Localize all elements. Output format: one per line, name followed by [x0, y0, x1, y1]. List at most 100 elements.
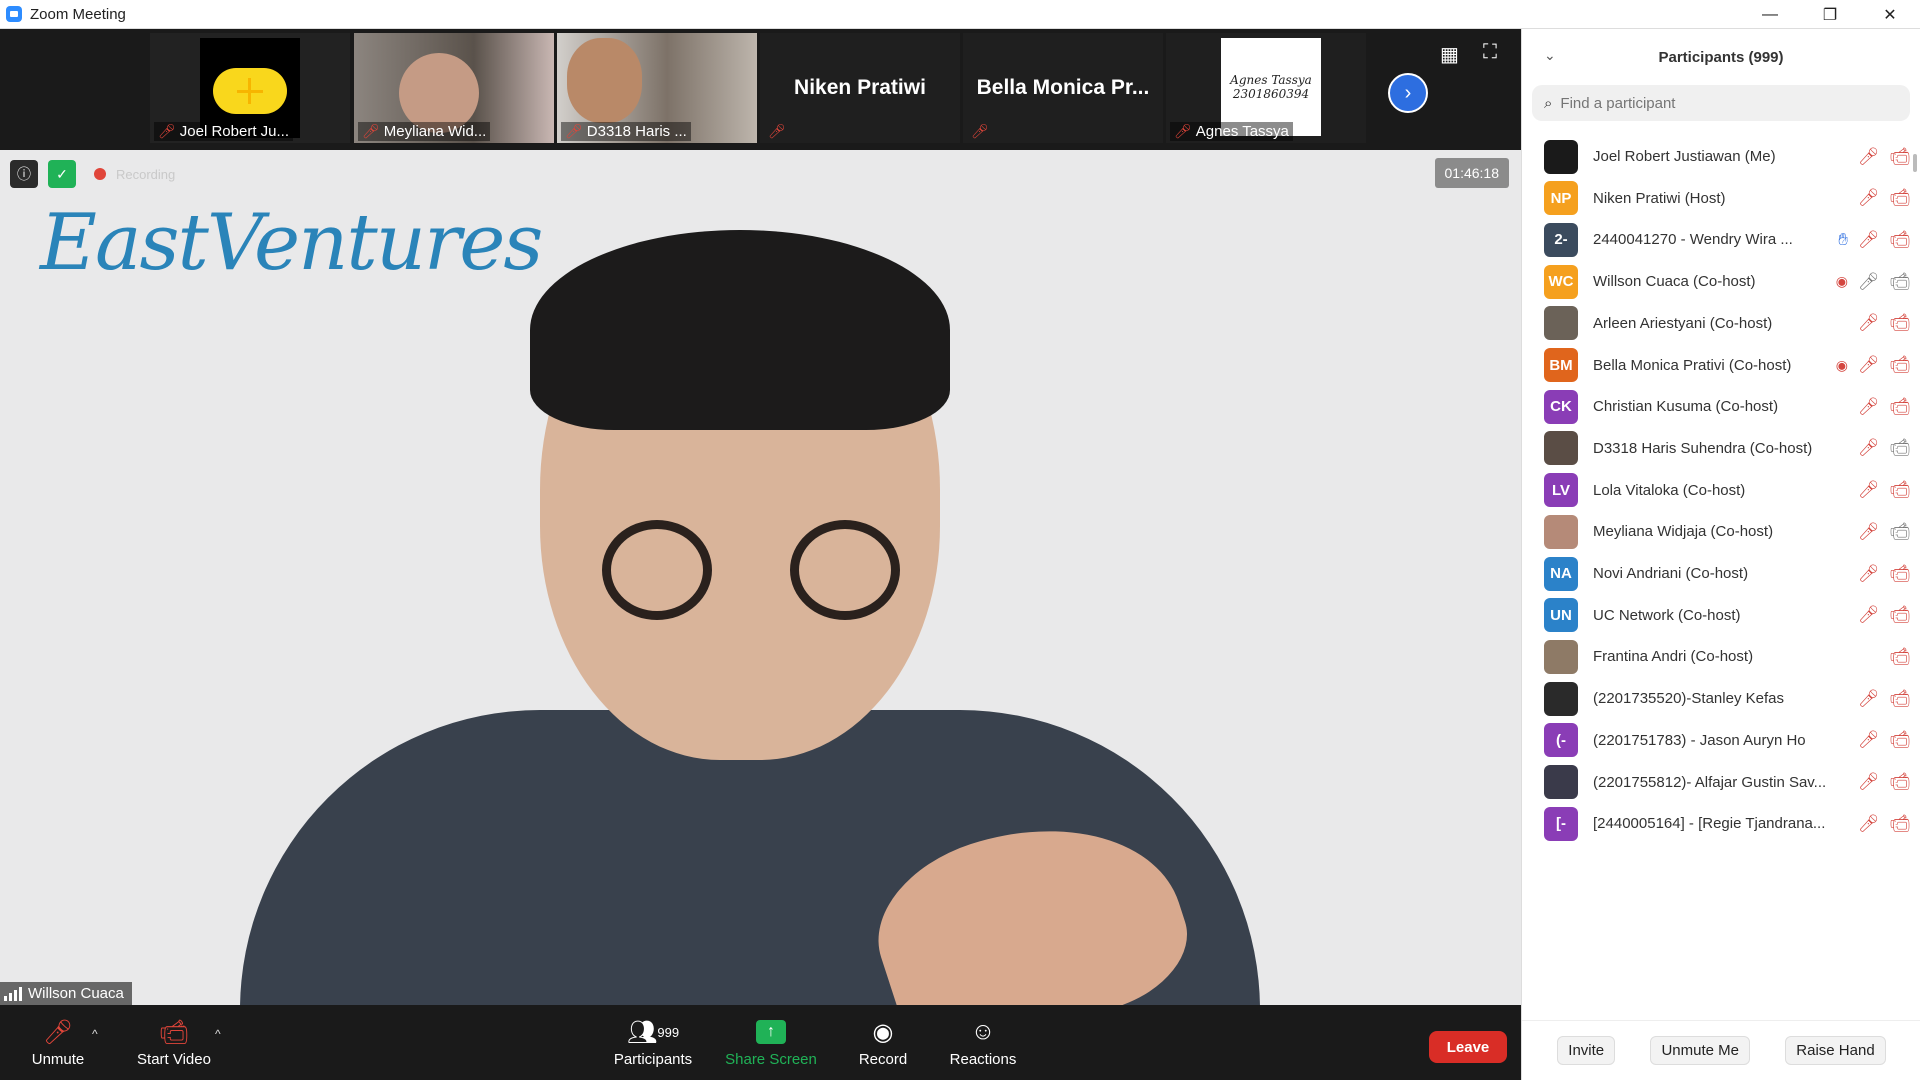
mic-off-icon: 🎤︎: [1858, 563, 1880, 583]
mic-off-icon: 🎤︎: [1858, 772, 1880, 791]
participant-thumb[interactable]: Agnes Tassya 2301860394 🎤︎ Agnes Tassya: [1166, 33, 1366, 143]
unmute-button[interactable]: 🎤︎ Unmute: [22, 1005, 94, 1080]
participant-avatar: UN: [1544, 598, 1578, 633]
participant-avatar: (-: [1544, 723, 1578, 758]
info-icon[interactable]: ⓘ: [10, 160, 38, 188]
meeting-toolbar: 🎤︎ Unmute ^ 📹︎ Start Video ^ 👥︎ 999 Part…: [0, 1005, 1521, 1080]
close-button[interactable]: ✕: [1860, 0, 1920, 29]
person-image: [567, 38, 642, 123]
participant-thumb[interactable]: Bella Monica Pr... 🎤︎: [963, 33, 1163, 143]
minimize-button[interactable]: —: [1740, 0, 1800, 29]
participants-count: 999: [657, 1024, 680, 1040]
participant-avatar: NP: [1544, 181, 1578, 216]
participant-name: Christian Kusuma (Co-host): [1593, 398, 1779, 416]
thumb-name-label: 🎤︎ Meyliana Wid...: [358, 122, 491, 141]
glasses-right: [790, 520, 900, 620]
next-page-arrow-icon[interactable]: ›: [1388, 73, 1428, 113]
participant-list: Joel Robert Justiawan (Me) 🎤︎ 📹︎ NP Niken Pr…: [1522, 131, 1912, 996]
mic-off-icon: 🎤︎: [768, 123, 786, 139]
scrollbar[interactable]: [1913, 154, 1917, 172]
participant-status-icons: 🎤︎ 📹︎: [1858, 147, 1912, 167]
meeting-info-bar: ⓘ ✓ Recording: [10, 160, 175, 188]
mic-off-icon: 🎤︎: [1174, 123, 1192, 139]
mic-off-icon: 🎤︎: [1858, 521, 1880, 541]
video-off-icon: 📹︎: [1889, 188, 1911, 208]
participant-name: Lola Vitaloka (Co-host): [1593, 481, 1746, 499]
yellow-plus-icon: [213, 68, 287, 114]
video-off-icon: 📹︎: [1889, 146, 1911, 166]
participant-avatar: NA: [1544, 556, 1578, 591]
thumb-name-label: 🎤︎ D3318 Haris ...: [561, 122, 691, 141]
participant-avatar: WC: [1544, 264, 1578, 299]
glasses-left: [602, 520, 712, 620]
participants-button[interactable]: 👥︎ 999 Participants: [608, 1005, 698, 1080]
record-icon: ◉: [872, 1018, 894, 1046]
thumb-mic-status: 🎤︎: [967, 122, 993, 141]
reactions-button[interactable]: ☺︎ Reactions: [944, 1005, 1022, 1080]
participant-name: Niken Pratiwi (Host): [1593, 189, 1726, 207]
thumb-big-name: Niken Pratiwi: [794, 76, 926, 99]
participant-avatar: [1544, 514, 1578, 549]
video-off-icon: 📹︎: [1889, 730, 1911, 750]
video-off-icon: 📹︎: [1889, 605, 1911, 625]
security-shield-icon[interactable]: ✓: [48, 160, 76, 188]
video-off-icon: 📹︎: [1889, 688, 1911, 708]
collapse-chevron-icon[interactable]: ⌄: [1544, 47, 1556, 64]
participant-search-box[interactable]: ⌕: [1532, 85, 1910, 121]
audio-options-caret-icon[interactable]: ^: [92, 1027, 98, 1041]
record-label: Record: [858, 1051, 908, 1068]
participant-thumb[interactable]: Niken Pratiwi 🎤︎: [760, 33, 960, 143]
share-screen-button[interactable]: ↑ Share Screen: [722, 1005, 820, 1080]
mic-off-icon: 🎤︎: [565, 123, 583, 139]
unmute-me-button[interactable]: Unmute Me: [1650, 1036, 1750, 1065]
participant-avatar: [1544, 639, 1578, 674]
mic-off-icon: 🎤︎: [1858, 188, 1880, 208]
panel-header: ⌄ Participants (999): [1522, 29, 1920, 85]
window-controls: — ❐ ✕: [1740, 0, 1920, 29]
active-speaker-label: Willson Cuaca: [0, 982, 132, 1005]
mic-off-icon: 🎤︎: [1858, 396, 1880, 416]
signal-bars-icon: [4, 986, 22, 1001]
record-button[interactable]: ◉ Record: [848, 1005, 918, 1080]
participant-thumb[interactable]: 🎤︎ Joel Robert Ju...: [150, 33, 350, 143]
video-off-icon: 📹︎: [1889, 772, 1911, 791]
window-title: Zoom Meeting: [30, 5, 126, 23]
participants-label: Participants: [613, 1051, 693, 1068]
leave-button[interactable]: Leave: [1429, 1031, 1507, 1063]
reactions-icon: ☺︎: [970, 1018, 996, 1045]
video-off-icon: 📹︎: [1889, 313, 1911, 333]
mic-off-icon: 🎤︎: [1858, 730, 1880, 750]
video-options-caret-icon[interactable]: ^: [215, 1027, 221, 1041]
mic-off-icon: 🎤︎: [1858, 313, 1880, 333]
participant-name: Novi Andriani (Co-host): [1593, 565, 1749, 582]
participant-status-icons: ◉ 🎤︎ 📹︎: [1836, 355, 1912, 375]
invite-button[interactable]: Invite: [1557, 1036, 1616, 1065]
start-video-button[interactable]: 📹︎ Start Video: [128, 1005, 220, 1080]
video-on-icon: 📹︎: [1889, 271, 1911, 291]
participant-status-icons: 🎤︎ 📹︎: [1858, 438, 1912, 458]
unmute-label: Unmute: [31, 1051, 85, 1068]
participant-status-icons: 🎤︎ 📹︎: [1858, 564, 1912, 584]
participant-thumb[interactable]: 🎤︎ D3318 Haris ...: [557, 33, 757, 143]
fullscreen-icon[interactable]: ⛶: [1483, 41, 1497, 64]
title-bar: Zoom Meeting — ❐ ✕: [0, 0, 1920, 29]
video-off-icon: 📹︎: [1889, 646, 1911, 666]
participant-thumb[interactable]: 🎤︎ Meyliana Wid...: [354, 33, 554, 143]
mic-off-icon: 🎤︎: [1858, 688, 1880, 708]
participant-name: (2201755812)- Alfajar Gustin Sav...: [1593, 773, 1827, 791]
speaker-name: Willson Cuaca: [28, 985, 124, 1002]
recording-icon: ◉: [1835, 273, 1848, 290]
participant-search-input[interactable]: [1560, 94, 1861, 112]
share-screen-label: Share Screen: [725, 1051, 817, 1068]
participant-status-icons: ✋︎ 🎤︎ 📹︎: [1838, 230, 1912, 250]
gallery-view-icon[interactable]: ▦: [1440, 42, 1459, 67]
raise-hand-button[interactable]: Raise Hand: [1785, 1036, 1886, 1065]
participant-avatar: CK: [1544, 389, 1578, 424]
participant-row[interactable]: [- [2440005164] - [Regie Tjandrana... 🎤︎ 📹︎: [1522, 798, 1912, 849]
mic-off-icon: 🎤︎: [158, 123, 176, 139]
participant-avatar: [1544, 765, 1578, 799]
meeting-timer: 01:46:18: [1434, 158, 1509, 188]
mic-off-icon: 🎤︎: [42, 1018, 74, 1046]
panel-title: Participants (999): [1658, 48, 1784, 66]
maximize-button[interactable]: ❐: [1800, 0, 1860, 29]
